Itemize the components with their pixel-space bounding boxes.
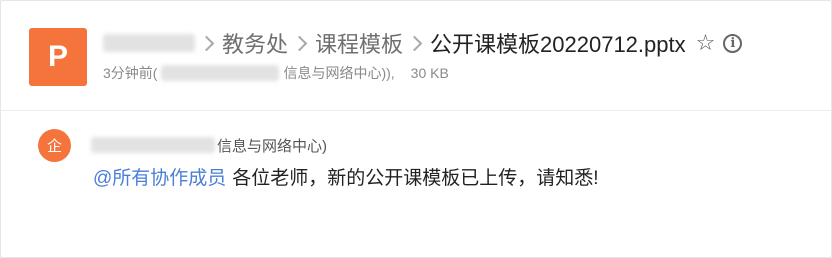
chevron-right-icon — [291, 35, 308, 51]
redacted-owner-name — [103, 34, 195, 52]
redacted-sender-name — [91, 137, 215, 153]
file-activity-card: P 教务处 课程模板 公开课模板20220712.pptx ☆ i 3分钟前( … — [0, 0, 832, 258]
mention-all-collaborators-link[interactable]: @所有协作成员 — [93, 163, 226, 190]
file-size: 30 KB — [410, 65, 449, 81]
comment-message-row: @所有协作成员 各位老师，新的公开课模板已上传，请知悉! — [93, 163, 599, 189]
breadcrumb-item-jiaowuchu[interactable]: 教务处 — [222, 27, 288, 59]
avatar[interactable]: 企 — [38, 129, 71, 162]
section-divider — [1, 110, 831, 111]
info-icon[interactable]: i — [723, 33, 743, 53]
breadcrumb-item-course-template[interactable]: 课程模板 — [315, 27, 403, 59]
file-type-letter: P — [47, 40, 68, 73]
file-name-link[interactable]: 公开课模板20220712.pptx — [430, 27, 686, 59]
star-icon[interactable]: ☆ — [696, 30, 716, 56]
meta-time: 3分钟前( — [103, 65, 158, 81]
redacted-editor-name — [161, 65, 280, 81]
pptx-file-icon[interactable]: P — [29, 28, 87, 86]
avatar-text: 企 — [46, 138, 62, 155]
comment-sender-row: 信息与网络中心) — [91, 135, 327, 155]
chevron-right-icon — [198, 35, 215, 51]
sender-dept: 信息与网络中心) — [217, 137, 327, 155]
file-meta-row: 3分钟前( 信息与网络中心)), 30 KB — [103, 63, 449, 83]
file-title-row: 教务处 课程模板 公开课模板20220712.pptx ☆ i — [103, 27, 743, 59]
chevron-right-icon — [406, 35, 423, 51]
comment-text: 各位老师，新的公开课模板已上传，请知悉! — [232, 167, 599, 189]
meta-dept: 信息与网络中心)), — [283, 65, 395, 81]
